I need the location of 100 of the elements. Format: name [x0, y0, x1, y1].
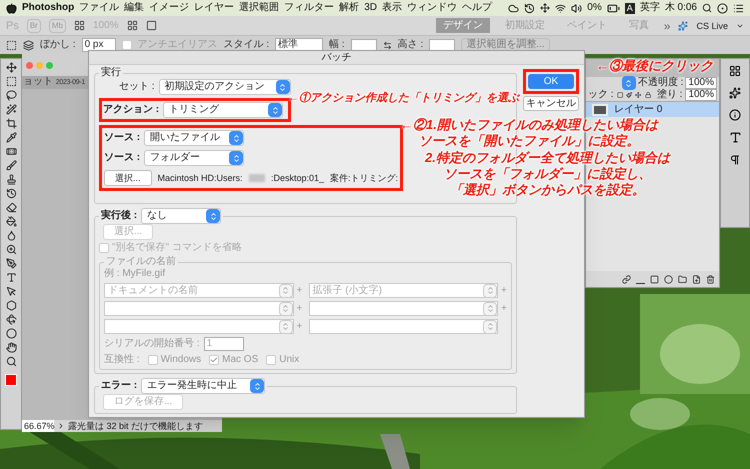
- move-icon[interactable]: [6, 62, 16, 73]
- crop-icon[interactable]: [6, 118, 16, 129]
- lock-pixels-icon[interactable]: [616, 91, 623, 99]
- fill-label: 塗り :: [656, 89, 682, 101]
- eyedropper-icon[interactable]: [6, 132, 16, 143]
- fill-field[interactable]: 100%: [685, 89, 718, 101]
- hexagon-icon[interactable]: [6, 300, 16, 311]
- stamp-icon[interactable]: [6, 174, 16, 185]
- menu-item[interactable]: 選択範囲: [239, 2, 280, 14]
- paragraph-icon[interactable]: [729, 154, 741, 166]
- battery-percent: 0%: [587, 2, 602, 14]
- swap-icon[interactable]: [382, 40, 392, 50]
- menu-item[interactable]: レイヤー: [194, 2, 234, 14]
- eraser-icon[interactable]: [6, 202, 16, 213]
- layer-thumbnail[interactable]: [592, 104, 608, 116]
- info-icon[interactable]: [729, 109, 741, 121]
- menu-item[interactable]: イメージ: [149, 2, 190, 14]
- search-icon[interactable]: [702, 3, 712, 13]
- time-machine-icon[interactable]: [524, 2, 536, 14]
- input-badge[interactable]: A: [624, 2, 635, 14]
- bandage-icon[interactable]: [6, 146, 16, 157]
- pointer-icon[interactable]: [6, 286, 16, 297]
- opacity-field[interactable]: 100%: [685, 77, 717, 89]
- hand-icon[interactable]: [6, 342, 16, 353]
- stepper-icon: [483, 302, 497, 316]
- apple-icon[interactable]: [6, 2, 17, 14]
- siri-icon[interactable]: [717, 2, 728, 14]
- lasso-icon[interactable]: [6, 90, 16, 101]
- field-label: 実行後 :: [101, 210, 138, 222]
- choose-button[interactable]: 選択...: [104, 170, 152, 186]
- arrange-icon[interactable]: [126, 20, 138, 31]
- dropdown[interactable]: フォルダー: [144, 150, 244, 166]
- color-swatch-icon[interactable]: [5, 374, 17, 386]
- marquee-preset-icon[interactable]: [6, 40, 17, 50]
- cs-live-button[interactable]: CS Live: [696, 20, 728, 32]
- ok-button[interactable]: OK: [528, 74, 574, 89]
- stepper-icon: [278, 320, 292, 334]
- checkbox-label: Mac OS: [222, 354, 258, 366]
- menu-clock[interactable]: 木 0:06: [664, 2, 697, 14]
- battery-icon[interactable]: [606, 2, 620, 14]
- menu-item[interactable]: 3D: [364, 2, 378, 14]
- pen-icon[interactable]: [6, 258, 16, 269]
- wifi-icon[interactable]: [555, 2, 566, 14]
- annotation-text: ソースを「フォルダー」に設定し、: [443, 166, 652, 182]
- more-workspaces[interactable]: »: [664, 20, 670, 32]
- stepper-icon: [278, 302, 292, 316]
- height-field[interactable]: [429, 39, 456, 51]
- rotate-3d-icon[interactable]: [6, 314, 16, 325]
- menu-item[interactable]: ウィンドウ: [407, 2, 458, 14]
- cancel-button[interactable]: キャンセル: [523, 96, 579, 111]
- menu-item[interactable]: 解析: [339, 2, 360, 14]
- menu-item[interactable]: ファイル: [79, 2, 120, 14]
- trash-icon[interactable]: [706, 274, 715, 284]
- width-field[interactable]: [350, 39, 377, 51]
- dropdown[interactable]: 初期設定のアクション: [158, 79, 291, 95]
- menu-item[interactable]: フィルター: [284, 2, 334, 14]
- link-icon[interactable]: [622, 274, 631, 284]
- input-mode[interactable]: 英字: [640, 2, 660, 14]
- wand-icon[interactable]: [6, 104, 16, 115]
- stepper-icon: [268, 103, 282, 117]
- dialog-title: バッチ: [322, 52, 352, 64]
- history-brush-icon[interactable]: [6, 188, 16, 199]
- dropdown[interactable]: エラー発生時に中止: [141, 378, 266, 394]
- layer-row[interactable]: レイヤー 0: [586, 102, 719, 117]
- checkbox[interactable]: [122, 40, 132, 50]
- menu-item[interactable]: ヘルプ: [462, 2, 492, 14]
- layout-icon[interactable]: [74, 20, 85, 31]
- example-text: 例 : MyFile.gif: [104, 268, 166, 280]
- zoom-tool-icon[interactable]: [6, 356, 16, 367]
- marquee-icon[interactable]: [6, 76, 16, 87]
- cross-arrows-icon[interactable]: [540, 3, 550, 13]
- volume-icon[interactable]: [571, 2, 582, 14]
- dropdown[interactable]: トリミング: [163, 102, 284, 118]
- list-icon[interactable]: [733, 2, 744, 14]
- brush-icon[interactable]: [6, 160, 16, 171]
- field-label: ソース :: [104, 132, 140, 144]
- new-layer-icon[interactable]: [692, 274, 701, 284]
- zoom-field[interactable]: 66.67%: [22, 420, 54, 432]
- mask-icon[interactable]: [650, 274, 659, 284]
- lock-brush-icon[interactable]: [626, 91, 632, 99]
- folder-icon[interactable]: [678, 274, 687, 284]
- menu-item[interactable]: Photoshop: [22, 2, 74, 14]
- menu-item[interactable]: 編集: [124, 2, 144, 14]
- droplet-icon[interactable]: [6, 230, 16, 241]
- lock-move-icon[interactable]: [635, 91, 642, 99]
- group-label: 実行: [100, 67, 122, 79]
- sparkle-icon: [678, 20, 688, 30]
- dropdown[interactable]: 開いたファイル: [144, 130, 244, 146]
- character-icon[interactable]: [728, 131, 742, 144]
- grid-icon[interactable]: [729, 65, 741, 77]
- annotation-text: ←③最後にクリック: [596, 58, 713, 74]
- screen-mode-icon[interactable]: [146, 20, 157, 31]
- annotation-text: ←①アクション作成した「トリミング」を選ぶ: [288, 90, 519, 106]
- type-tool-icon[interactable]: [6, 272, 16, 283]
- status-menu-icon[interactable]: [57, 422, 65, 430]
- paint-bucket-icon[interactable]: [6, 216, 16, 227]
- cloud-icon[interactable]: [508, 2, 520, 14]
- lock-icon[interactable]: [644, 91, 651, 99]
- menu-item[interactable]: 表示: [382, 2, 402, 14]
- adjustment-icon[interactable]: [664, 274, 673, 284]
